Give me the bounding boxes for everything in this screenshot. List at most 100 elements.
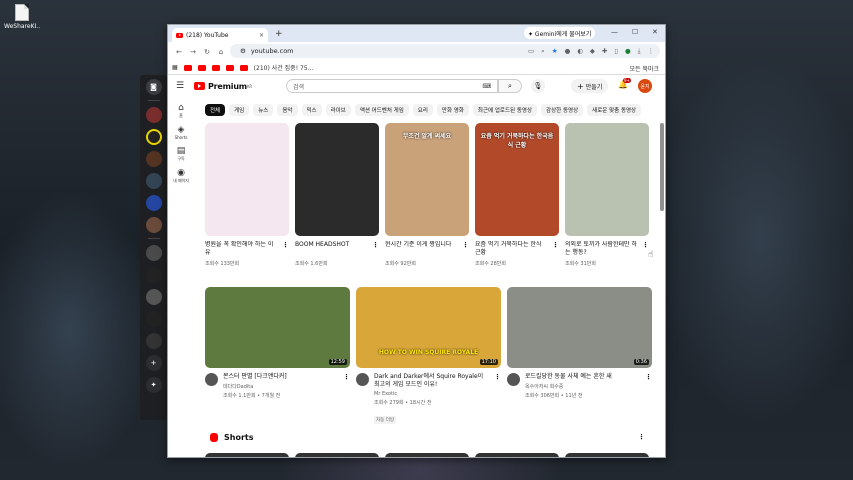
channel-avatar[interactable] [507,373,520,386]
server-icon[interactable] [145,289,162,305]
server-icon[interactable] [145,151,162,167]
shorts-thumbnail[interactable]: 요즘 먹기 거북하다는 한국음식 근황 [475,123,559,236]
tab-youtube[interactable]: (218) YouTube × [172,28,268,42]
server-icon[interactable] [145,173,162,189]
shorts-card[interactable]: 요즘 먹기 거북하다는 한국음식 근황 요즘 먹기 거북하다는 한식 근황 ⋮ 조회수… [475,123,559,267]
video-title[interactable]: 몬스터 판별 [다크앤다커] [223,373,338,381]
server-icon[interactable] [145,245,162,261]
video-title[interactable]: BOOM HEADSHOT [295,241,367,257]
filter-chip[interactable]: 뉴스 [253,104,274,116]
shorts-card[interactable]: 병원을 꼭 확인해야 하는 이유 ⋮ 조회수 133만회 [205,123,289,267]
add-server-icon[interactable]: + [145,355,162,371]
channel-avatar[interactable] [356,373,369,386]
menu-hamburger-icon[interactable]: ☰ [176,81,194,91]
extensions-puzzle-icon[interactable]: ✚ [602,47,607,56]
filter-chip[interactable]: 게임 [229,104,250,116]
profile-icon[interactable]: ● [625,47,631,56]
video-title[interactable]: Dark and Darker에서 Squire Royale이 최고의 게임 … [374,373,489,389]
new-tab-button[interactable]: + [275,29,283,39]
shorts-thumbnail[interactable] [385,453,469,457]
tab-close-icon[interactable]: × [259,32,264,39]
bookmark-youtube-icon[interactable] [197,64,206,71]
search-input[interactable]: 검색 ⌨ [286,79,498,93]
home-icon[interactable]: ⌂ [214,48,228,56]
server-icon[interactable] [145,267,162,283]
menu-icon[interactable]: ⋮ [648,47,655,56]
channel-avatar[interactable] [205,373,218,386]
filter-chip[interactable]: 새로운 맞춤 동영상 [587,104,642,116]
youtube-logo[interactable]: Premium KR [194,82,252,91]
server-icon[interactable] [145,217,162,233]
filter-chip[interactable]: 요리 [412,104,433,116]
shorts-card[interactable]: 의외로 토끼가 사람한테만 하는 행동? ⋮ 조회수 31만회 [565,123,649,267]
bookmark-item[interactable]: (210) 사건 집중! 75... [254,63,314,72]
create-button[interactable]: + 만들기 [571,79,609,93]
more-options-icon[interactable]: ⋮ [494,373,501,425]
more-options-icon[interactable]: ⋮ [552,241,559,257]
site-info-icon[interactable]: ⚙ [240,47,246,55]
zoom-icon[interactable]: ⌕ [541,47,545,56]
server-icon[interactable] [145,129,162,145]
filter-chip[interactable]: 최근에 업로드된 동영상 [472,104,538,116]
explore-icon[interactable]: ✦ [145,377,162,393]
bookmark-youtube-icon[interactable] [183,64,192,71]
bookmark-youtube-icon[interactable] [239,64,248,71]
gemini-button[interactable]: ✦ Gemini에게 물어보기 [524,27,596,39]
shorts-card[interactable]: BOOM HEADSHOT ⋮ 조회수 1.6만회 [295,123,379,267]
minimize-icon[interactable]: — [611,28,618,36]
more-options-icon[interactable]: ⋮ [638,433,645,441]
shorts-thumbnail[interactable] [295,123,379,236]
video-card[interactable]: 0:36 로드킬당한 동물 사체 예는 흔한 새 옥수아저씨 회수중 조회수 306만… [507,287,652,425]
more-options-icon[interactable]: ⋮ [372,241,379,257]
sidebar-item-shorts[interactable]: ◈ Shorts [168,125,194,140]
shorts-thumbnail[interactable] [205,123,289,236]
sidebar-item-subscriptions[interactable]: ▤ 구독 [168,146,194,162]
desktop-file-icon[interactable]: WeShareKI... [4,4,40,30]
filter-chip[interactable]: 전체 [205,104,226,116]
filter-chip[interactable]: 음악 [277,104,298,116]
bookmark-youtube-icon[interactable] [225,64,234,71]
shorts-card[interactable]: 무조건 알게 써세요 현시간 기준 이게 짱입니다 ⋮ 조회수 92만회 [385,123,469,267]
filter-chip[interactable]: 라이브 [325,104,351,116]
server-icon[interactable] [145,333,162,349]
more-options-icon[interactable]: ⋮ [282,241,289,257]
reload-icon[interactable]: ↻ [200,48,214,56]
video-title[interactable]: 현시간 기준 이게 짱입니다 [385,241,457,257]
more-options-icon[interactable]: ⋮ [645,373,652,399]
all-bookmarks[interactable]: 모든 북마크 [629,64,659,73]
shorts-thumbnail[interactable] [565,123,649,236]
address-bar[interactable]: ⚙ youtube.com ▭ ⌕ ★ ● ◐ ◆ ✚ ▯ ● ⤓ ⋮ [230,44,660,58]
video-thumbnail[interactable]: HOW TO WIN SQUIRE ROYALE 17:10 [356,287,501,368]
voice-search-icon[interactable]: 🎙 [531,79,545,93]
close-icon[interactable]: ✕ [652,28,658,36]
more-options-icon[interactable]: ⋮ [462,241,469,257]
filter-chip[interactable]: 믹스 [301,104,322,116]
apps-icon[interactable]: ▦ [172,64,178,71]
video-title[interactable]: 병원을 꼭 확인해야 하는 이유 [205,241,277,257]
search-button[interactable]: ⌕ [498,79,522,93]
video-title[interactable]: 의외로 토끼가 사람한테만 하는 행동? [565,241,637,257]
video-thumbnail[interactable]: 0:36 [507,287,652,368]
back-icon[interactable]: ← [172,48,186,56]
extension-icon[interactable]: ● [565,47,571,56]
download-icon[interactable]: ⤓ [638,47,641,56]
scrollbar[interactable] [660,123,664,211]
keyboard-icon[interactable]: ⌨ [482,83,491,90]
video-card[interactable]: HOW TO WIN SQUIRE ROYALE 17:10 Dark and Da… [356,287,501,425]
extension-icon[interactable]: ◐ [577,47,583,56]
bookmark-star-icon[interactable]: ★ [552,47,558,56]
filter-chip[interactable]: 만화 영화 [436,104,469,116]
shorts-thumbnail[interactable]: 무조건 알게 써세요 [385,123,469,236]
filter-chip[interactable]: 감상한 동영상 [541,104,584,116]
channel-name[interactable]: 데다다Dadita [223,383,338,390]
server-icon[interactable] [145,195,162,211]
video-thumbnail[interactable]: 12:59 [205,287,350,368]
forward-icon[interactable]: → [186,48,200,56]
more-options-icon[interactable]: ⋮ [343,373,350,399]
shorts-thumbnail[interactable] [205,453,289,457]
shorts-thumbnail[interactable] [565,453,649,457]
extension-icon[interactable]: ◆ [590,47,595,56]
avatar[interactable]: 윤지 [638,79,652,93]
server-icon[interactable] [145,311,162,327]
sidebar-item-you[interactable]: ◉ 내 페이지 [168,168,194,184]
